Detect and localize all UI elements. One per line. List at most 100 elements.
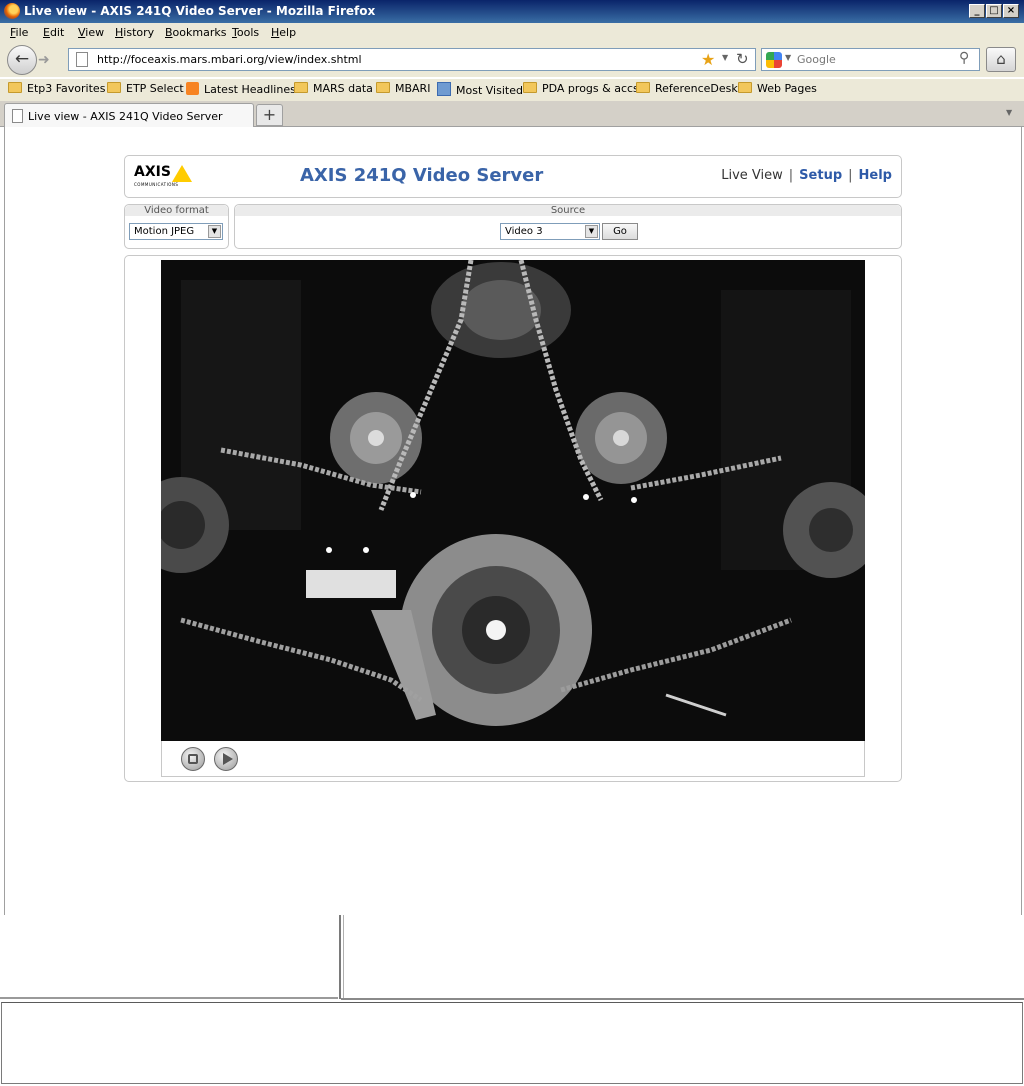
source-label: Source (235, 205, 901, 216)
menu-history[interactable]: History (115, 26, 154, 39)
bookmark-referencedesk[interactable]: ReferenceDesk (636, 82, 738, 95)
video-panel (124, 255, 902, 782)
underlying-window-area (0, 915, 1024, 1086)
document-icon (12, 109, 23, 123)
video-controls (161, 741, 865, 777)
stop-button[interactable] (181, 747, 205, 771)
bookmark-pda-progs[interactable]: PDA progs & accs (523, 82, 639, 95)
source-panel: Source Video 3 ▼ Go (234, 204, 902, 249)
bookmark-label: MBARI (395, 82, 431, 95)
folder-icon (8, 82, 22, 93)
page-icon (76, 52, 88, 67)
menu-bookmarks[interactable]: Bookmarks (165, 26, 226, 39)
navigation-toolbar: ← ➜ http://foceaxis.mars.mbari.org/view/… (0, 43, 1024, 77)
help-link[interactable]: Help (859, 168, 892, 183)
tab-label: Live view - AXIS 241Q Video Server (28, 110, 223, 123)
bookmark-mars-data[interactable]: MARS data (294, 82, 373, 95)
list-all-tabs-icon[interactable]: ▼ (1006, 108, 1012, 117)
source-select[interactable]: Video 3 ▼ (500, 223, 600, 240)
video-frame-image (161, 260, 865, 741)
bookmark-star-icon[interactable]: ★ (701, 50, 715, 69)
source-value: Video 3 (505, 226, 543, 237)
setup-link[interactable]: Setup (799, 168, 842, 183)
bookmark-etp-select[interactable]: ETP Select (107, 82, 184, 95)
bookmarks-toolbar: Etp3 Favorites ETP Select Latest Headlin… (0, 79, 1024, 101)
maximize-button[interactable]: □ (986, 4, 1002, 18)
live-view-link: Live View (721, 168, 783, 183)
forward-button[interactable]: ➜ (38, 51, 58, 69)
google-icon[interactable] (766, 52, 782, 68)
axis-logo: AXIS COMMUNICATIONS (134, 164, 198, 190)
link-separator: | (848, 168, 853, 183)
search-engine-dropdown-icon[interactable]: ▼ (785, 53, 791, 62)
folder-icon (107, 82, 121, 93)
folder-icon (523, 82, 537, 93)
bookmark-label: Etp3 Favorites (27, 82, 106, 95)
home-button[interactable]: ⌂ (986, 47, 1016, 72)
new-tab-button[interactable]: + (256, 104, 283, 126)
tab-live-view[interactable]: Live view - AXIS 241Q Video Server (4, 103, 254, 128)
most-visited-icon (437, 82, 451, 96)
menu-file[interactable]: File (10, 26, 28, 39)
minimize-button[interactable]: _ (969, 4, 985, 18)
page-content: AXIS COMMUNICATIONS AXIS 241Q Video Serv… (4, 127, 1022, 915)
window-title-bar: Live view - AXIS 241Q Video Server - Moz… (0, 0, 1024, 23)
folder-icon (376, 82, 390, 93)
menu-bar: File Edit View History Bookmarks Tools H… (0, 23, 1024, 43)
axis-logo-subtext: COMMUNICATIONS (134, 182, 179, 187)
folder-icon (636, 82, 650, 93)
home-icon: ⌂ (996, 50, 1006, 68)
rss-icon (186, 82, 199, 95)
bookmark-label: MARS data (313, 82, 373, 95)
video-format-select[interactable]: Motion JPEG ▼ (129, 223, 223, 240)
window-border (339, 915, 341, 999)
chevron-down-icon: ▼ (208, 225, 221, 238)
address-bar[interactable]: http://foceaxis.mars.mbari.org/view/inde… (68, 48, 756, 71)
folder-icon (738, 82, 752, 93)
bookmark-label: PDA progs & accs (542, 82, 639, 95)
bookmark-mbari[interactable]: MBARI (376, 82, 430, 95)
top-navigation-links: Live View | Setup | Help (721, 168, 892, 183)
bookmark-label: ETP Select (126, 82, 184, 95)
window-border (343, 915, 344, 999)
tab-bar: Live view - AXIS 241Q Video Server + ▼ (0, 101, 1024, 128)
axis-logo-text: AXIS (134, 164, 171, 180)
go-button[interactable]: Go (602, 223, 638, 240)
bookmark-label: Latest Headlines (204, 83, 296, 96)
bookmark-etp3-favorites[interactable]: Etp3 Favorites (8, 82, 105, 95)
window-border (341, 998, 1024, 1000)
search-input[interactable] (797, 51, 957, 68)
play-button[interactable] (214, 747, 238, 771)
reload-icon[interactable]: ↻ (736, 50, 749, 68)
axis-triangle-icon (172, 165, 192, 182)
url-text[interactable]: http://foceaxis.mars.mbari.org/view/inde… (97, 53, 362, 66)
product-title: AXIS 241Q Video Server (300, 165, 544, 186)
menu-help[interactable]: Help (271, 26, 296, 39)
page-header: AXIS COMMUNICATIONS AXIS 241Q Video Serv… (124, 155, 902, 198)
back-button[interactable]: ← (7, 45, 37, 75)
close-button[interactable]: × (1003, 4, 1019, 18)
underlying-window-panel (1, 1002, 1023, 1084)
bookmark-label: Most Visited (456, 84, 523, 97)
menu-edit[interactable]: Edit (43, 26, 64, 39)
video-format-panel: Video format Motion JPEG ▼ (124, 204, 229, 249)
play-icon (223, 753, 233, 765)
live-video-stream[interactable] (161, 260, 865, 741)
bookmark-label: Web Pages (757, 82, 817, 95)
url-dropdown-icon[interactable]: ▼ (722, 53, 728, 62)
bookmark-label: ReferenceDesk (655, 82, 738, 95)
menu-tools[interactable]: Tools (232, 26, 259, 39)
window-border (0, 997, 338, 999)
search-icon[interactable]: ⚲ (959, 50, 969, 66)
bookmark-web-pages[interactable]: Web Pages (738, 82, 817, 95)
menu-view[interactable]: View (78, 26, 104, 39)
video-format-value: Motion JPEG (134, 226, 195, 237)
back-arrow-icon: ← (14, 49, 30, 69)
bookmark-most-visited[interactable]: Most Visited (437, 82, 523, 97)
forward-arrow-icon: ➜ (38, 52, 50, 68)
search-bar[interactable]: ▼ ⚲ (761, 48, 980, 71)
window-title: Live view - AXIS 241Q Video Server - Moz… (24, 4, 376, 18)
firefox-icon (4, 3, 20, 19)
bookmark-latest-headlines[interactable]: Latest Headlines (186, 82, 296, 96)
link-separator: | (788, 168, 794, 183)
